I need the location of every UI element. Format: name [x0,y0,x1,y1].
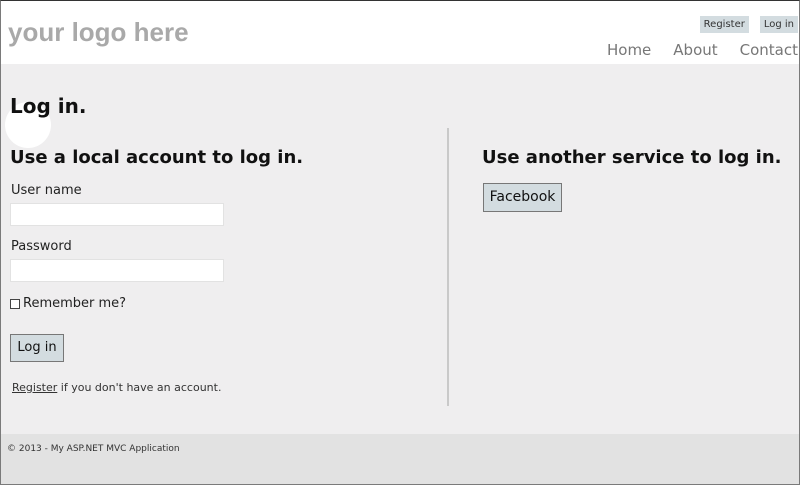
menu-item-about[interactable]: About [673,41,717,59]
local-login-heading: Use a local account to log in. [10,147,304,168]
login-link[interactable]: Log in [759,16,798,33]
site-footer: © 2013 - My ASP.NET MVC Application [1,434,799,484]
login-submit-button[interactable]: Log in [10,334,64,362]
username-label: User name [11,183,82,198]
remember-me-row: Remember me? [10,296,126,311]
section-divider [447,128,449,406]
facebook-login-button[interactable]: Facebook [483,183,562,212]
register-prompt: Register if you don't have an account. [12,381,221,394]
password-input[interactable] [10,259,224,282]
external-login-heading: Use another service to log in. [482,147,782,168]
login-links: Register Log in [699,16,798,33]
password-label: Password [11,239,72,254]
username-input[interactable] [10,203,224,226]
site-logo[interactable]: your logo here [8,17,189,48]
menu-item-contact[interactable]: Contact [740,41,798,59]
site-header: your logo here Register Log in Home Abou… [1,1,799,64]
remember-me-label[interactable]: Remember me? [23,296,126,311]
register-link[interactable]: Register [699,16,749,33]
footer-copyright: © 2013 - My ASP.NET MVC Application [7,444,180,454]
page-title: Log in. [10,94,87,118]
register-account-link[interactable]: Register [12,381,57,394]
main-menu: Home About Contact [607,41,798,59]
browser-page: your logo here Register Log in Home Abou… [0,0,800,485]
register-prompt-text: if you don't have an account. [57,381,222,394]
main-content: Log in. Use a local account to log in. U… [1,64,799,434]
menu-item-home[interactable]: Home [607,41,651,59]
remember-me-checkbox[interactable] [10,298,20,309]
